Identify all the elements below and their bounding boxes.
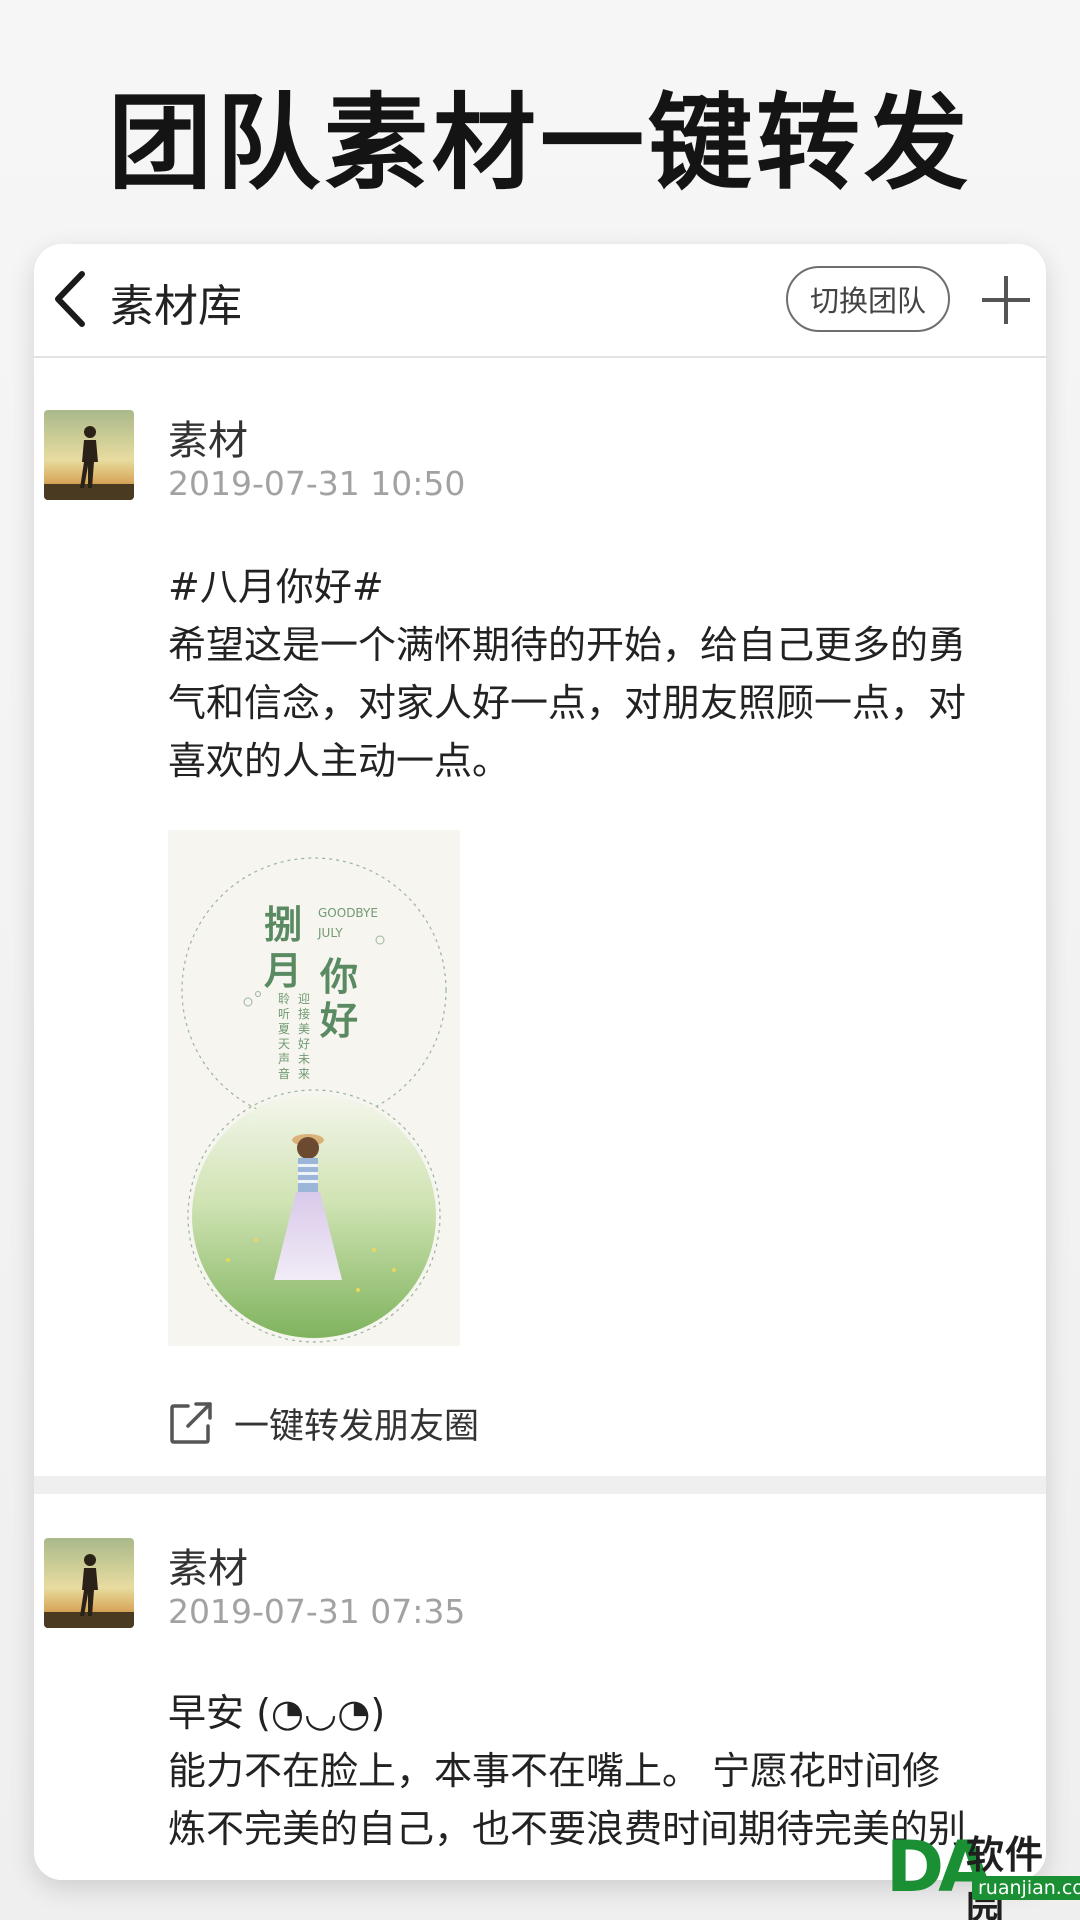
app-frame: 素材库 切换团队 素材 2019-07-31 10:50 #八月你好# 希望这是…: [34, 244, 1046, 1880]
post-text-line: 气和信念，对家人好一点，对朋友照顾一点，对: [168, 681, 967, 725]
promo-headline: 团队素材一键转发: [107, 82, 972, 204]
post-card: 素材 2019-07-31 10:50 #八月你好# 希望这是一个满怀期待的开始…: [34, 358, 1046, 1476]
navigation-bar: 素材库 切换团队: [34, 244, 1046, 358]
post-hashtag[interactable]: #八月你好#: [168, 558, 1028, 616]
image-title-char: 好: [320, 998, 359, 1043]
post-text: #八月你好# 希望这是一个满怀期待的开始，给自己更多的勇 气和信念，对家人好一点…: [168, 558, 1028, 790]
share-label: 一键转发朋友圈: [234, 1406, 480, 1447]
post-image[interactable]: 捌 月 你 好 GOODBYE JULY 聆听夏天声音 迎接美好未来: [168, 830, 460, 1346]
post-timestamp: 2019-07-31 07:35: [168, 1592, 466, 1631]
screen: 团队素材一键转发 素材库 切换团队 素材 2019-07-31 10:50 #八…: [0, 0, 1080, 1920]
external-share-icon: [170, 1402, 212, 1444]
watermark-text: 软件园: [966, 1833, 1045, 1920]
chevron-left-icon[interactable]: [44, 266, 100, 332]
post-author: 素材: [168, 418, 248, 464]
post-timestamp: 2019-07-31 10:50: [168, 464, 466, 503]
post-text-line: 希望这是一个满怀期待的开始，给自己更多的勇: [168, 623, 967, 667]
share-to-moments-button[interactable]: 一键转发朋友圈: [168, 1398, 479, 1448]
post-text-line: 喜欢的人主动一点。: [168, 739, 511, 783]
avatar[interactable]: [44, 410, 134, 500]
image-en-line: JULY: [318, 926, 343, 940]
post-divider: [34, 1476, 1046, 1494]
watermark-domain: ruanjian.com: [972, 1876, 1080, 1900]
image-title-char: 月: [264, 948, 303, 993]
switch-team-button[interactable]: 切换团队: [786, 266, 950, 332]
image-vertical-text: 迎接美好未来: [298, 992, 311, 1081]
avatar[interactable]: [44, 1538, 134, 1628]
site-watermark: DA 软件园 ruanjian.com: [882, 1822, 1080, 1920]
post-author: 素材: [168, 1546, 248, 1592]
image-vertical-text: 聆听夏天声音: [278, 992, 291, 1081]
post-text-line: 早安 (◔◡◔): [168, 1691, 386, 1735]
page-title: 素材库: [110, 281, 242, 332]
image-en-line: GOODBYE: [318, 906, 378, 920]
plus-icon[interactable]: [980, 274, 1032, 326]
post-text-line: 能力不在脸上，本事不在嘴上。 宁愿花时间修: [168, 1749, 941, 1793]
